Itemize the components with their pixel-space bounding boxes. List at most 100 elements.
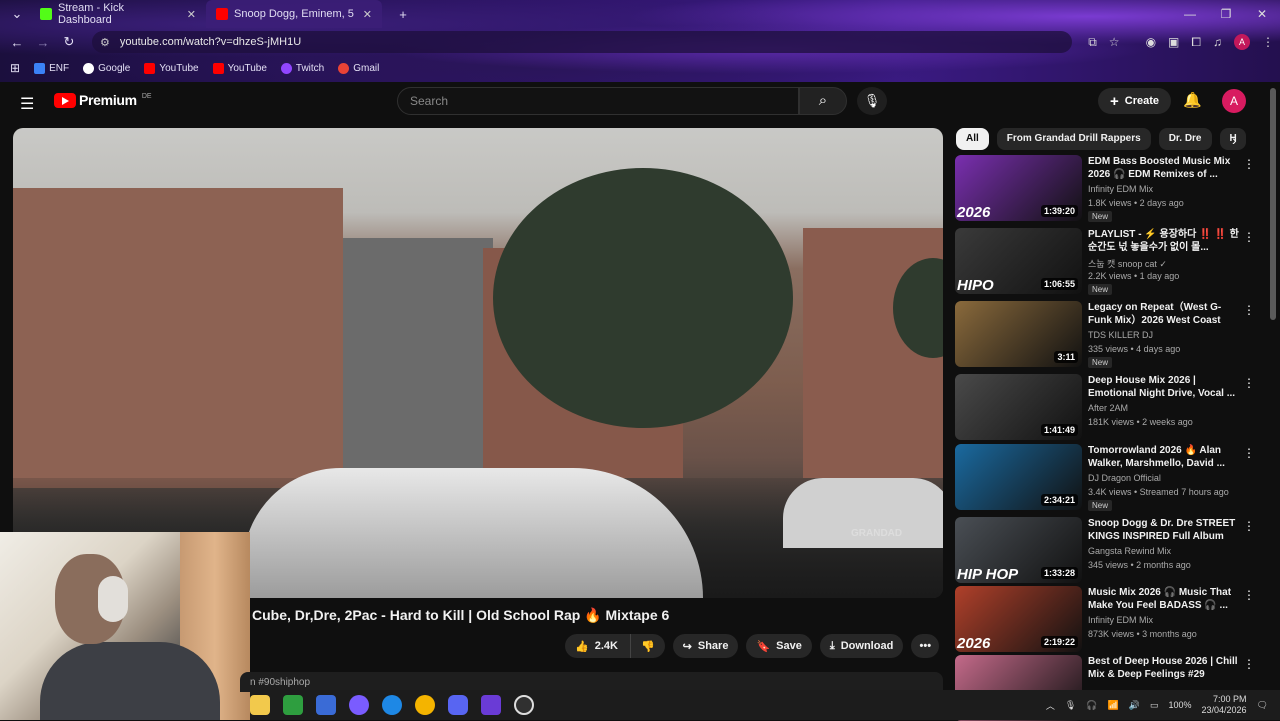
bookmark-google[interactable]: Google [83,62,130,74]
video-thumbnail[interactable]: 3:11 [955,301,1082,367]
volume-icon[interactable]: 🔊 [1129,700,1140,711]
bookmark-youtube-2[interactable]: YouTube [212,62,267,74]
recommendation-title[interactable]: Tomorrowland 2026 🔥 Alan Walker, Marshme… [1088,444,1243,470]
description-box[interactable]: n #90shiphop [240,672,943,692]
recommendation-title[interactable]: Legacy on Repeat（West G-Funk Mix）2026 We… [1088,301,1243,327]
recommendation-item[interactable]: 2026 2:19:22 Music Mix 2026 🎧 Music That M… [955,586,1265,652]
recommendation-item[interactable]: 3:11 Legacy on Repeat（West G-Funk Mix）202… [955,301,1265,368]
channel-name[interactable]: TDS KILLER DJ [1088,330,1153,340]
media-control-icon[interactable]: ♫ [1213,35,1222,49]
microphone-tray-icon[interactable]: 🎙 [1065,700,1076,711]
recommendation-item[interactable]: HIP HOP 1:33:28 Snoop Dogg & Dr. Dre STREE… [955,517,1265,583]
bookmark-youtube[interactable]: YouTube [144,62,199,74]
forward-arrow-icon[interactable]: → [30,35,56,50]
page-scrollbar[interactable] [1270,88,1276,320]
chip-all[interactable]: All [956,128,989,150]
recommendation-item[interactable]: 1:41:49 Deep House Mix 2026 | Emotional N… [955,374,1265,440]
channel-name[interactable]: After 2AM [1088,403,1128,413]
download-button[interactable]: ⤓ Download [819,634,904,658]
like-button[interactable]: 👍 2.4K [565,634,630,658]
close-window-icon[interactable]: ✕ [1244,0,1280,28]
search-icon[interactable]: ⌕ [799,87,847,115]
more-options-icon[interactable]: ⋮ [1243,657,1255,671]
video-thumbnail[interactable]: 2026 2:19:22 [955,586,1082,652]
bookmark-star-icon[interactable]: ☆ [1109,35,1120,49]
chip-from-grandad[interactable]: From Grandad Drill Rappers [996,128,1151,150]
more-options-icon[interactable]: ⋮ [1243,376,1255,390]
more-options-icon[interactable]: ⋮ [1243,588,1255,602]
bookmark-twitch[interactable]: Twitch [280,62,324,74]
more-options-icon[interactable]: ⋮ [1243,157,1255,171]
search-input[interactable]: Search [397,87,799,115]
channel-name[interactable]: Infinity EDM Mix [1088,615,1153,625]
video-thumbnail[interactable]: 2:34:21 [955,444,1082,510]
notifications-icon[interactable]: 🗨 [1257,700,1268,711]
clock[interactable]: 7:00 PM 23/04/2026 [1202,694,1247,716]
microphone-icon[interactable]: 🎙 [857,87,887,115]
create-button[interactable]: + Create [1098,88,1172,114]
tab-kick-dashboard[interactable]: Stream - Kick Dashboard ✕ [30,0,206,28]
visual-studio-icon[interactable] [316,695,336,715]
channel-name[interactable]: DJ Dragon Official [1088,473,1161,483]
recommendation-title[interactable]: Music Mix 2026 🎧 Music That Make You Fee… [1088,586,1243,612]
tray-chevron-icon[interactable]: ︿ [1046,699,1055,712]
new-tab-button[interactable]: + [390,7,416,22]
youtube-premium-logo[interactable]: Premium DE [54,92,152,108]
chrome-icon[interactable] [415,695,435,715]
install-app-icon[interactable]: ⧉ [1088,35,1097,50]
bookmark-gmail[interactable]: Gmail [338,62,379,74]
dislike-button[interactable]: 👎 [629,634,665,658]
menu-icon[interactable]: ☰ [20,94,34,114]
close-tab-icon[interactable]: ✕ [187,8,196,21]
chevron-right-icon[interactable]: › [1232,132,1237,148]
battery-icon[interactable]: ▭ [1150,700,1159,711]
recommendation-item[interactable]: HIPO 1:06:55 PLAYLIST - ⚡ 용장하다 ‼️ ‼️ 한순간도 … [955,228,1265,295]
reload-icon[interactable]: ↻ [56,34,82,50]
more-actions-button[interactable]: ••• [911,634,940,658]
more-options-icon[interactable]: ⋮ [1243,446,1255,460]
recommendation-item[interactable]: 2026 1:39:20 EDM Bass Boosted Music Mix 20… [955,155,1265,222]
menu-dots-icon[interactable]: ⋮ [1262,35,1274,49]
more-options-icon[interactable]: ⋮ [1243,230,1255,244]
tab-youtube-video[interactable]: Snoop Dogg, Eminem, 50 Cent ✕ [206,0,382,28]
chip-dr-dre[interactable]: Dr. Dre [1158,128,1212,150]
extension-icon[interactable]: ▣ [1168,35,1179,49]
obs-icon[interactable] [514,695,534,715]
save-button[interactable]: 🔖 Save [746,634,812,658]
close-tab-icon[interactable]: ✕ [363,8,372,21]
read-aloud-icon[interactable]: ◉ [1146,35,1156,49]
edge-icon[interactable] [382,695,402,715]
more-options-icon[interactable]: ⋮ [1243,519,1255,533]
site-info-icon[interactable]: ⚙ [100,36,110,49]
more-options-icon[interactable]: ⋮ [1243,303,1255,317]
brave-icon[interactable] [481,695,501,715]
account-avatar[interactable]: A [1222,89,1246,113]
recommendation-item[interactable]: 2:34:21 Tomorrowland 2026 🔥 Alan Walker, … [955,444,1265,511]
apps-grid-icon[interactable]: ⊞ [10,61,20,75]
bookmark-enf[interactable]: ENF [34,62,69,74]
file-explorer-icon[interactable] [250,695,270,715]
channel-name[interactable]: Infinity EDM Mix [1088,184,1153,194]
video-thumbnail[interactable]: 1:41:49 [955,374,1082,440]
recommendation-title[interactable]: Deep House Mix 2026 | Emotional Night Dr… [1088,374,1243,400]
notifications-bell-icon[interactable]: 🔔 [1183,91,1202,109]
video-player[interactable]: GRANDAD [13,128,943,598]
channel-name[interactable]: Gangsta Rewind Mix [1088,546,1171,556]
address-bar[interactable]: ⚙ youtube.com/watch?v=dhzeS-jMH1U [92,31,1072,53]
recommendation-title[interactable]: Snoop Dogg & Dr. Dre STREET KINGS INSPIR… [1088,517,1243,543]
video-thumbnail[interactable]: HIPO 1:06:55 [955,228,1082,294]
wifi-icon[interactable]: 📶 [1108,700,1119,711]
recommendation-title[interactable]: EDM Bass Boosted Music Mix 2026 🎧 EDM Re… [1088,155,1243,181]
video-thumbnail[interactable]: 2026 1:39:20 [955,155,1082,221]
headset-tray-icon[interactable]: 🎧 [1086,700,1097,711]
recommendation-title[interactable]: Best of Deep House 2026 | Chill Mix & De… [1088,655,1243,681]
extension-puzzle-icon[interactable]: ⧠ [1191,35,1201,50]
maximize-icon[interactable]: ❐ [1208,0,1244,28]
minimize-icon[interactable]: — [1172,0,1208,28]
recommendation-title[interactable]: PLAYLIST - ⚡ 용장하다 ‼️ ‼️ 한순간도 넋 놓을수가 없이 몰… [1088,228,1243,254]
profile-avatar[interactable]: A [1234,34,1250,50]
video-thumbnail[interactable]: HIP HOP 1:33:28 [955,517,1082,583]
channel-name[interactable]: 스눕 캣 snoop cat ✓ [1088,257,1167,270]
tab-search-icon[interactable]: ⌄ [4,6,30,22]
xbox-icon[interactable] [283,695,303,715]
